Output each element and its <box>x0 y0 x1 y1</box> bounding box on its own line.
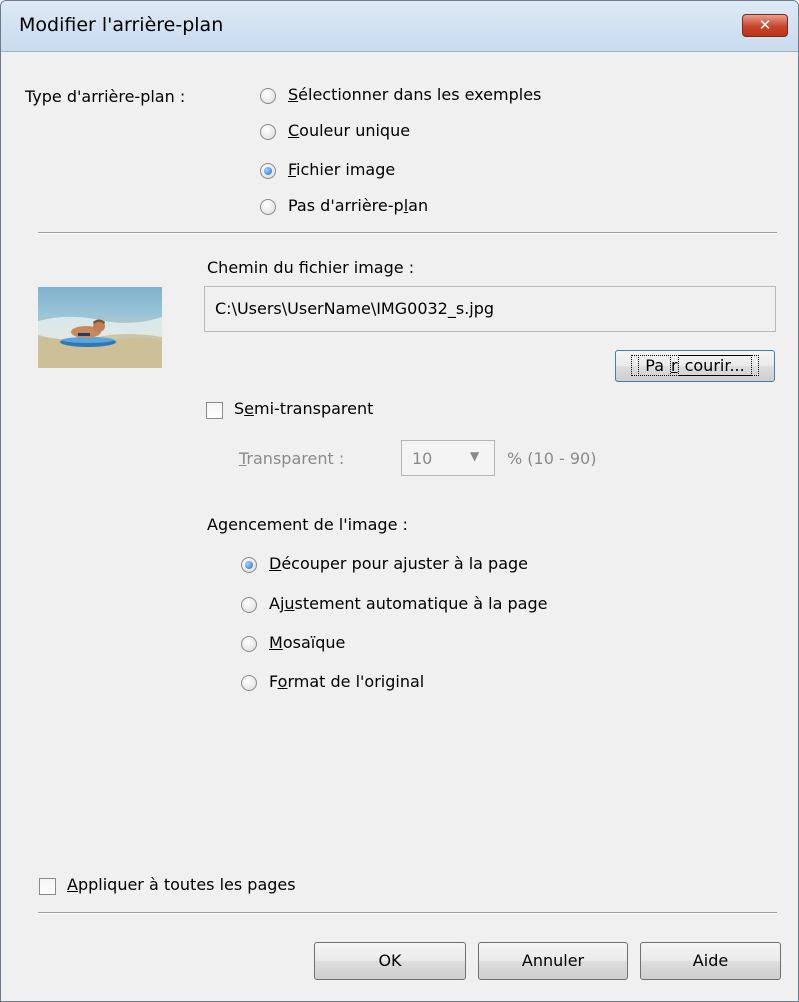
boy-on-bodyboard-image <box>38 316 162 368</box>
radio-button[interactable] <box>260 88 276 104</box>
dropdown-arrow-icon: ▼ <box>470 449 480 463</box>
ok-button[interactable]: OK <box>314 942 466 980</box>
radio-label: Couleur unique <box>288 121 411 140</box>
semi-transparent-label: Semi-transparent <box>234 399 374 418</box>
window-title: Modifier l'arrière-plan <box>19 14 224 36</box>
separator <box>38 232 777 234</box>
radio-button-selected[interactable] <box>260 163 276 179</box>
help-button[interactable]: Aide <box>640 942 781 980</box>
image-layout-label: Agencement de l'image : <box>207 515 408 534</box>
background-type-label: Type d'arrière-plan : <box>25 87 186 106</box>
radio-button[interactable] <box>241 597 257 613</box>
apply-all-label: Appliquer à toutes les pages <box>67 875 296 894</box>
separator <box>38 912 777 914</box>
close-icon: ✕ <box>758 16 772 34</box>
ok-button-label: OK <box>378 951 402 970</box>
radio-label: Fichier image <box>288 160 396 179</box>
image-path-label: Chemin du fichier image : <box>207 258 415 277</box>
transparency-select[interactable]: 10 ▼ <box>401 440 495 476</box>
radio-button[interactable] <box>260 199 276 215</box>
dialog-body: Type d'arrière-plan : Sélectionner dans … <box>1 52 798 1001</box>
preview-thumbnail <box>38 287 162 368</box>
radio-label: Découper pour ajuster à la page <box>269 554 529 573</box>
transparent-label: Transparent : <box>239 449 345 468</box>
radio-label: Sélectionner dans les exemples <box>288 85 542 104</box>
transparency-value: 10 <box>412 449 433 468</box>
radio-button[interactable] <box>241 675 257 691</box>
radio-button-selected[interactable] <box>241 557 257 573</box>
cancel-button-label: Annuler <box>521 951 585 970</box>
semi-transparent-checkbox[interactable] <box>206 402 223 419</box>
image-path-field[interactable]: C:\Users\UserName\IMG0032_s.jpg <box>204 286 776 332</box>
apply-all-checkbox[interactable] <box>39 878 56 895</box>
close-button[interactable]: ✕ <box>742 14 788 37</box>
radio-label: Mosaïque <box>269 633 346 652</box>
dialog-window: Modifier l'arrière-plan ✕ Type d'arrière… <box>0 0 799 1002</box>
image-path-value: C:\Users\UserName\IMG0032_s.jpg <box>215 299 495 318</box>
radio-label: Ajustement automatique à la page <box>269 594 548 613</box>
radio-label: Format de l'original <box>269 672 425 691</box>
transparency-range: % (10 - 90) <box>507 449 597 468</box>
help-button-label: Aide <box>692 951 729 970</box>
cancel-button[interactable]: Annuler <box>478 942 628 980</box>
radio-button[interactable] <box>241 636 257 652</box>
browse-button[interactable]: Pa r courir... <box>615 350 775 382</box>
radio-label: Pas d'arrière-plan <box>288 196 429 215</box>
browse-button-label: Pa r courir... <box>631 355 759 376</box>
radio-button[interactable] <box>260 124 276 140</box>
title-bar: Modifier l'arrière-plan ✕ <box>1 1 798 52</box>
